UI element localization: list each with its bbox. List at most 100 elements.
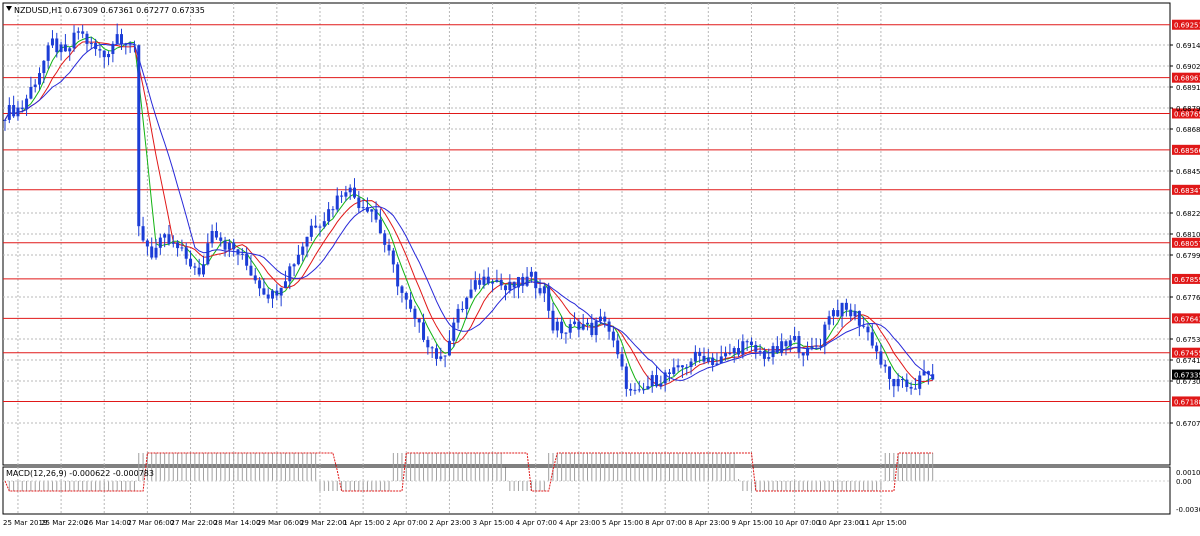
candle-body [624, 366, 628, 389]
candle-body [594, 321, 598, 336]
x-tick-label: 5 Apr 15:00 [602, 519, 643, 527]
level-label: 0.68347 [1174, 187, 1200, 195]
candle-body [184, 247, 188, 259]
candle-body [318, 226, 322, 228]
candle-body [439, 356, 443, 359]
candle-body [283, 281, 287, 288]
candle-body [249, 265, 253, 276]
candle-body [499, 279, 503, 286]
candle-body [918, 375, 922, 389]
candle-body [98, 49, 102, 51]
candle-body [426, 339, 430, 348]
candle-body [63, 44, 67, 52]
candle-body [391, 250, 395, 265]
candle-body [801, 352, 805, 356]
candle-body [124, 44, 128, 46]
candle-body [240, 253, 244, 255]
candle-body [866, 326, 870, 333]
chart-window[interactable]: 0.692510.689610.687650.685660.683470.680… [0, 0, 1200, 531]
candle-body [870, 332, 874, 346]
candle-body [107, 53, 111, 58]
candle-body [771, 346, 775, 358]
candle-body [555, 321, 559, 331]
candle-body [840, 302, 844, 317]
candle-body [478, 280, 482, 285]
candle-body [81, 31, 85, 34]
candle-body [456, 308, 460, 323]
candle-body [607, 321, 611, 332]
candle-body [711, 357, 715, 366]
candle-body [430, 347, 434, 349]
candle-body [396, 264, 400, 287]
level-label: 0.69251 [1174, 22, 1200, 30]
candle-body [296, 254, 300, 265]
y-tick-label: 0.69025 [1176, 63, 1200, 71]
candle-body [715, 363, 719, 366]
candle-body [542, 286, 546, 294]
candle-body [50, 38, 54, 46]
candle-body [719, 356, 723, 364]
candle-body [85, 33, 89, 44]
candle-body [72, 32, 76, 49]
candle-body [620, 354, 624, 367]
candle-body [180, 247, 184, 249]
candle-body [516, 276, 520, 288]
candle-body [266, 294, 270, 299]
candle-body [38, 73, 42, 85]
candle-body [197, 267, 201, 275]
candle-body [883, 364, 887, 367]
candle-body [905, 379, 909, 387]
candle-body [836, 310, 840, 317]
y-tick-label: 0.68105 [1176, 231, 1200, 239]
candle-body [529, 271, 533, 277]
candle-body [353, 187, 356, 198]
x-tick-label: 25 Mar 22:00 [41, 519, 88, 527]
level-label: 0.67859 [1174, 276, 1200, 284]
candle-body [232, 242, 236, 250]
main-plot-area[interactable] [2, 2, 1171, 466]
candle-body [637, 389, 641, 391]
candle-body [29, 86, 33, 99]
candle-body [667, 372, 671, 374]
candle-body [163, 234, 167, 238]
y-tick-label: 0.68450 [1176, 168, 1200, 176]
macd-tick-top: 0.00106 [1176, 469, 1200, 477]
y-tick-label: 0.68680 [1176, 126, 1200, 134]
candle-body [784, 341, 788, 347]
candle-body [434, 348, 438, 359]
candle-body [12, 105, 16, 117]
candle-body [236, 249, 240, 255]
candle-body [16, 107, 20, 117]
candle-body [853, 310, 857, 317]
candle-body [616, 340, 620, 355]
candle-body [663, 372, 667, 384]
candle-body [586, 322, 589, 325]
candle-body [309, 225, 313, 237]
candle-body [128, 44, 132, 46]
candle-body [115, 34, 119, 44]
candle-body [896, 379, 900, 387]
candle-body [633, 389, 637, 391]
candle-body [111, 43, 115, 54]
candle-body [400, 286, 404, 293]
y-tick-label: 0.69140 [1176, 42, 1200, 50]
candle-body [59, 44, 63, 53]
candle-body [460, 308, 464, 310]
x-tick-label: 2 Apr 07:00 [386, 519, 427, 527]
chart-canvas[interactable]: 0.692510.689610.687650.685660.683470.680… [0, 0, 1200, 531]
x-tick-label: 26 Mar 14:00 [84, 519, 131, 527]
candle-body [642, 389, 646, 391]
candle-body [20, 107, 24, 109]
candle-body [219, 237, 223, 241]
candle-body [102, 50, 106, 58]
x-tick-label: 10 Apr 23:00 [818, 519, 864, 527]
candle-body [214, 231, 218, 238]
candle-body [706, 357, 710, 362]
candle-body [693, 351, 697, 362]
candle-body [348, 187, 352, 193]
candle-body [732, 348, 736, 354]
candle-body [145, 240, 149, 247]
symbol-header: NZDUSD,H1 0.67309 0.67361 0.67277 0.6733… [14, 6, 205, 15]
candle-body [443, 355, 447, 357]
y-tick-label: 0.67070 [1176, 420, 1200, 428]
